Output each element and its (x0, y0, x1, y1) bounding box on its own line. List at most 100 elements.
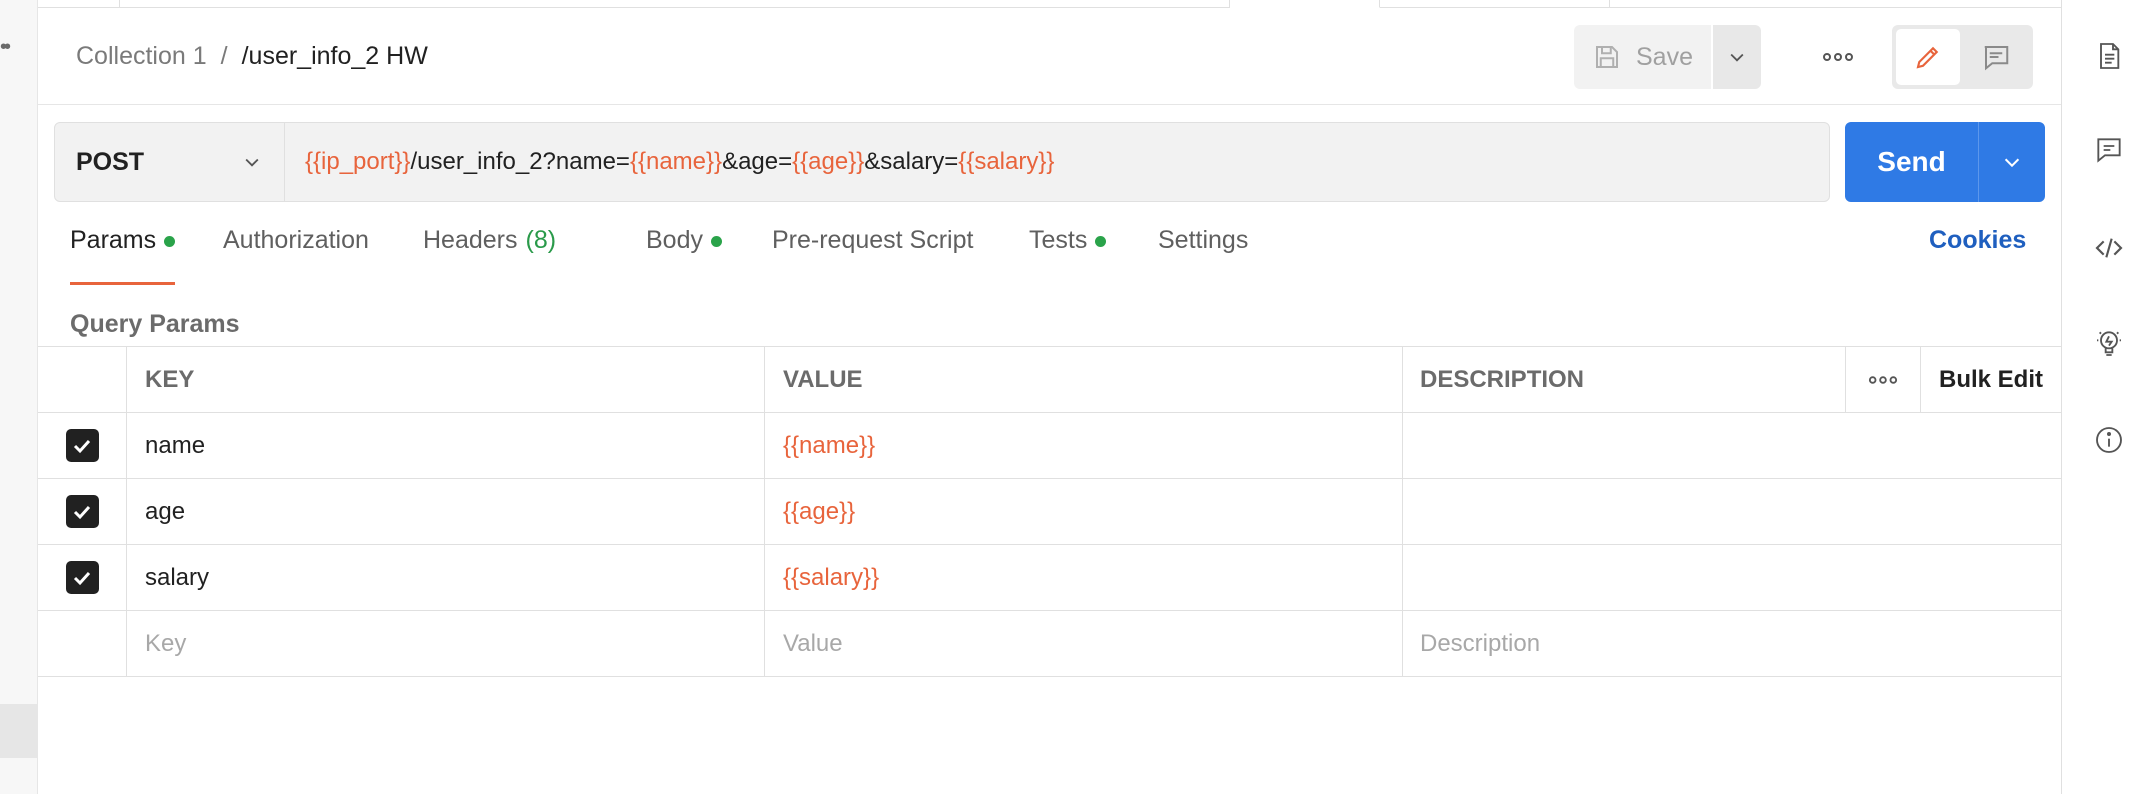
save-icon (1596, 46, 1618, 68)
param-description[interactable] (1403, 413, 2061, 478)
new-key-input[interactable]: Key (127, 611, 765, 676)
table-header-row: KEY VALUE DESCRIPTION Bulk Edit (38, 347, 2061, 413)
edit-mode-button[interactable] (1896, 29, 1960, 85)
url-text: /user_info_2?name= (410, 148, 630, 175)
tab-headers[interactable]: Headers (8) (423, 226, 556, 290)
url-variable: {{ip_port}} (305, 148, 411, 175)
more-icon (1868, 375, 1898, 384)
status-dot (164, 236, 176, 247)
header-checkbox-cell (38, 347, 127, 412)
table-row-new: Key Value Description (38, 611, 2061, 677)
tab-params[interactable]: Params (70, 226, 176, 290)
row-checkbox-cell (38, 611, 127, 676)
tab-settings[interactable]: Settings (1158, 226, 1248, 290)
column-options-button[interactable] (1846, 347, 1921, 412)
documentation-button[interactable] (2091, 38, 2127, 74)
url-bar: POST {{ip_port}}/user_info_2?name= {{name… (54, 122, 1830, 202)
tab-settings-label: Settings (1158, 226, 1249, 254)
tab-pre-request-label: Pre-request Script (772, 226, 974, 254)
mode-toggle (1892, 25, 2033, 89)
url-variable: {{name}} (629, 148, 723, 175)
tab-params-label: Params (70, 226, 157, 254)
status-dot (710, 236, 722, 247)
column-header-value: VALUE (765, 347, 1403, 412)
method-select[interactable]: POST (55, 123, 285, 201)
param-value[interactable]: {{name}} (765, 413, 1403, 478)
table-row: age {{age}} (38, 479, 2061, 545)
save-button[interactable]: Save (1574, 25, 1711, 89)
param-key[interactable]: salary (127, 545, 765, 610)
chevron-down-icon (1730, 53, 1744, 62)
query-params-label: Query Params (70, 310, 240, 338)
tab[interactable] (38, 0, 120, 8)
param-key[interactable]: age (127, 479, 765, 544)
tab-body[interactable]: Body (646, 226, 722, 290)
breadcrumb-collection[interactable]: Collection 1 (76, 42, 207, 71)
param-key[interactable]: name (127, 413, 765, 478)
row-checkbox[interactable] (65, 561, 99, 594)
more-actions-button[interactable] (1806, 25, 1870, 89)
param-description[interactable] (1403, 479, 2061, 544)
tab-headers-label: Headers (423, 226, 518, 254)
param-description[interactable] (1403, 545, 2061, 610)
right-sidebar (2061, 0, 2156, 794)
request-header: Collection 1 / /user_info_2 HW Save (38, 8, 2061, 105)
param-value[interactable]: {{salary}} (765, 545, 1403, 610)
tab-authorization-label: Authorization (223, 226, 369, 254)
new-value-input[interactable]: Value (765, 611, 1403, 676)
row-checkbox[interactable] (65, 429, 99, 462)
cookies-link[interactable]: Cookies (1929, 226, 2026, 255)
row-checkbox-cell (38, 479, 127, 544)
column-header-description: DESCRIPTION (1403, 347, 1846, 412)
send-button[interactable]: Send (1845, 122, 1979, 202)
sidebar-edge: •• (0, 0, 38, 794)
request-editor: Collection 1 / /user_info_2 HW Save POST… (38, 8, 2061, 794)
tab[interactable] (120, 0, 1230, 8)
tab-pre-request-script[interactable]: Pre-request Script (772, 226, 973, 290)
tab[interactable] (1380, 0, 1610, 8)
url-variable: {{age}} (792, 148, 865, 175)
pencil-icon (1916, 46, 1939, 69)
checkmark-icon (73, 439, 91, 453)
save-label: Save (1636, 42, 1693, 71)
code-button[interactable] (2091, 230, 2127, 266)
code-icon (2095, 238, 2123, 258)
status-dot (1095, 236, 1107, 247)
bulk-edit-button[interactable]: Bulk Edit (1921, 347, 2061, 412)
new-description-input[interactable]: Description (1403, 611, 2061, 676)
table-row: salary {{salary}} (38, 545, 2061, 611)
checkmark-icon (73, 571, 91, 585)
lightbulb-icon (2097, 331, 2121, 356)
save-group: Save (1574, 25, 1761, 89)
save-dropdown-button[interactable] (1713, 25, 1761, 89)
sidebar-selected-item[interactable] (0, 704, 38, 758)
chevron-down-icon (2004, 158, 2020, 168)
tab-authorization[interactable]: Authorization (223, 226, 369, 290)
tab-tests[interactable]: Tests (1029, 226, 1107, 290)
row-checkbox-cell (38, 413, 127, 478)
row-checkbox[interactable] (65, 495, 99, 528)
breadcrumb: Collection 1 / /user_info_2 HW (76, 42, 428, 71)
chevron-down-icon (245, 158, 259, 167)
suggestions-button[interactable] (2091, 325, 2127, 361)
info-button[interactable] (2091, 422, 2127, 458)
send-dropdown-button[interactable] (1979, 122, 2045, 202)
chat-icon (1984, 46, 2009, 71)
column-header-key: KEY (127, 347, 765, 412)
url-variable: {{salary}} (958, 148, 1055, 175)
comments-button[interactable] (2091, 132, 2127, 168)
comments-icon (2097, 138, 2121, 163)
request-name[interactable]: /user_info_2 HW (242, 42, 428, 71)
comments-mode-button[interactable] (1964, 29, 2028, 85)
tab-active[interactable] (1230, 0, 1380, 8)
headers-count: (8) (525, 226, 557, 254)
url-text: &salary= (864, 148, 959, 175)
breadcrumb-separator: / (220, 42, 228, 70)
param-value[interactable]: {{age}} (765, 479, 1403, 544)
tab-body-label: Body (646, 226, 703, 254)
checkmark-icon (73, 505, 91, 519)
sidebar-more-icon[interactable]: •• (0, 36, 11, 59)
url-input[interactable]: {{ip_port}}/user_info_2?name= {{name}} &ag… (285, 123, 1829, 201)
info-icon (2096, 427, 2122, 453)
tab-bar (38, 0, 2061, 8)
